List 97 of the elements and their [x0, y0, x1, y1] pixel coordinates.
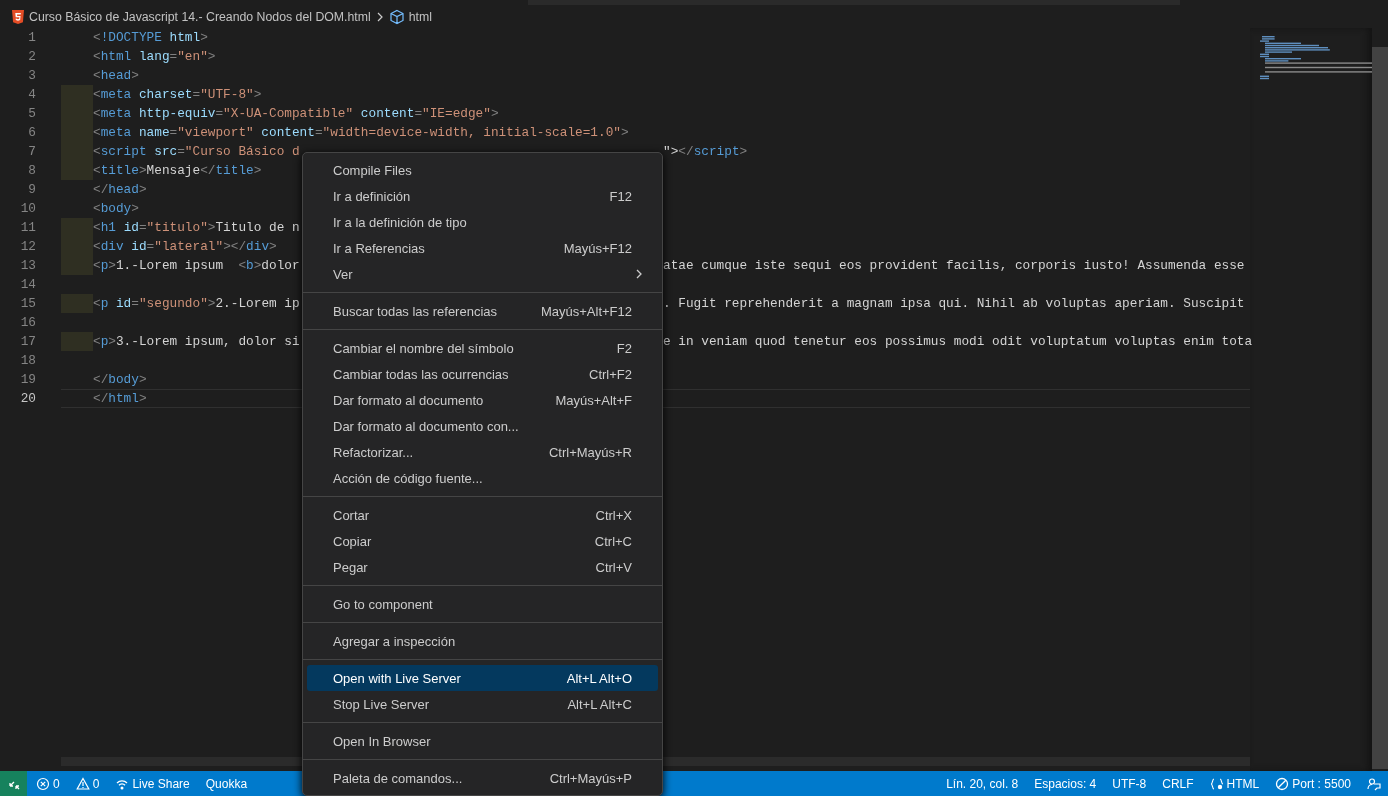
status-item[interactable]: CRLF [1155, 771, 1201, 796]
line-number: 5 [27, 106, 36, 121]
line-number: 16 [19, 315, 36, 330]
line-number: 20 [19, 391, 36, 406]
menu-item[interactable]: Ver [307, 261, 658, 287]
shortcut-text: Alt+L Alt+C [567, 696, 632, 712]
shortcut-text: F12 [609, 188, 632, 204]
shortcut-text: Ctrl+C [594, 533, 632, 549]
line-number: 8 [27, 163, 36, 178]
line-number: 17 [19, 334, 36, 349]
line-number: 2 [27, 49, 36, 64]
menu-item[interactable]: Agregar a inspección [307, 628, 658, 654]
shortcut-text: Mayús+Alt+F12 [540, 303, 632, 319]
status-item[interactable]: 0 [68, 771, 107, 796]
status-item[interactable]: Port : 5500 [1268, 771, 1358, 796]
menu-item[interactable]: Dar formato al documento Mayús+Alt+F [307, 387, 658, 413]
code-text: <p id="segundo">2.-Lorem ip [93, 296, 300, 311]
warning-icon [75, 776, 90, 791]
line-number: 18 [19, 353, 36, 368]
braces-icon [1209, 776, 1224, 791]
code-text: <script src="Curso Básico d [93, 144, 300, 159]
code-text: <p>1.-Lorem ipsum <b>dolor [93, 258, 300, 273]
status-item[interactable]: 0 [29, 771, 67, 796]
menu-item[interactable]: Ir a definición F12 [307, 183, 658, 209]
cube-icon [388, 9, 405, 25]
menu-item[interactable]: Open with Live Server Alt+L Alt+O [307, 665, 658, 691]
menu-item[interactable]: Stop Live Server Alt+L Alt+C [307, 691, 658, 717]
shortcut-text: F2 [616, 340, 632, 356]
menu-item[interactable]: Cambiar el nombre del símbolo F2 [307, 335, 658, 361]
code-text: <!DOCTYPE html> [93, 30, 208, 45]
line-number: 9 [27, 182, 36, 197]
line-number: 6 [27, 125, 36, 140]
code-text: <meta name="viewport" content="width=device-width, initial-scale=1.0"> [93, 125, 629, 140]
shortcut-text: Alt+L Alt+O [566, 670, 632, 686]
line-number: 13 [19, 258, 36, 273]
menu-item[interactable]: Buscar todas las referencias Mayús+Alt+F12 [307, 298, 658, 324]
line-number: 12 [19, 239, 36, 254]
symbol-name[interactable]: html [408, 10, 432, 24]
menu-item[interactable]: Copiar Ctrl+C [307, 528, 658, 554]
circle-slash-icon [1275, 776, 1290, 791]
line-number: 19 [19, 372, 36, 387]
shortcut-text: Mayús+F12 [563, 240, 632, 256]
code-text: . Fugit reprehenderit a magnam ipsa qui. Nihil ab voluptas aperiam. Suscipit [663, 296, 1245, 311]
code-text: <p>3.-Lorem ipsum, dolor si [93, 334, 300, 349]
person-icon [1367, 776, 1381, 791]
code-text: e in veniam quod tenetur eos possimus modi odit voluptatum voluptas enim tota [663, 334, 1253, 349]
menu-item[interactable]: Compile Files [307, 157, 658, 183]
status-item[interactable]: HTML [1202, 771, 1267, 796]
remote-button[interactable] [0, 771, 27, 796]
menu-item[interactable]: Acción de código fuente... [307, 465, 658, 491]
menu-item[interactable]: Go to component [307, 591, 658, 617]
code-text: </head> [93, 182, 147, 197]
code-text: atae cumque iste sequi eos provident facilis, corporis iusto! Assumenda esse [663, 258, 1245, 273]
code-text: </html> [93, 391, 147, 406]
line-number: 4 [27, 87, 36, 102]
code-text: <meta http-equiv="X-UA-Compatible" content="IE=edge"> [93, 106, 499, 121]
code-text: </body> [93, 372, 147, 387]
file-name[interactable]: Curso Básico de Javascript 14.- Creando Nodos del DOM.html [29, 10, 371, 24]
menu-item[interactable]: Cortar Ctrl+X [307, 502, 658, 528]
html-file-icon [11, 9, 25, 25]
line-number: 11 [19, 220, 36, 235]
line-number: 1 [27, 30, 36, 45]
menu-item[interactable]: Ir a Referencias Mayús+F12 [307, 235, 658, 261]
code-text: <meta charset="UTF-8"> [93, 87, 262, 102]
shortcut-text: Ctrl+X [595, 507, 632, 523]
status-item[interactable]: Live Share [108, 771, 197, 796]
menu-item[interactable]: Pegar Ctrl+V [307, 554, 658, 580]
line-number: 3 [27, 68, 36, 83]
status-item[interactable]: Quokka [198, 771, 255, 796]
line-number: 7 [27, 144, 36, 159]
line-number: 15 [19, 296, 36, 311]
code-text: <head> [93, 68, 139, 83]
status-item[interactable]: Espacios: 4 [1027, 771, 1104, 796]
menu-item[interactable]: Refactorizar... Ctrl+Mayús+R [307, 439, 658, 465]
code-text: <h1 id="titulo">Titulo de n [93, 220, 300, 235]
menu-item[interactable]: Dar formato al documento con... [307, 413, 658, 439]
line-number: 14 [19, 277, 36, 292]
code-text: <body> [93, 201, 139, 216]
code-text: <html lang="en"> [93, 49, 216, 64]
line-number: 10 [19, 201, 36, 216]
error-icon [36, 776, 50, 791]
shortcut-text: Mayús+Alt+F [555, 392, 632, 408]
shortcut-text: Ctrl+Mayús+P [549, 770, 632, 786]
scrollbar-thumb[interactable] [1372, 47, 1388, 769]
code-text: "></script> [663, 144, 748, 159]
shortcut-text: Ctrl+V [595, 559, 632, 575]
menu-item[interactable]: Cambiar todas las ocurrencias Ctrl+F2 [307, 361, 658, 387]
status-item[interactable]: UTF-8 [1105, 771, 1154, 796]
code-text: <title>Mensaje</title> [93, 163, 262, 178]
chevron-icon [634, 267, 644, 281]
menu-item[interactable]: Paleta de comandos... Ctrl+Mayús+P [307, 765, 658, 791]
code-text: <div id="lateral"></div> [93, 239, 277, 254]
shortcut-text: Ctrl+Mayús+R [548, 444, 632, 460]
shortcut-text: Ctrl+F2 [589, 366, 632, 382]
menu-item[interactable]: Open In Browser [307, 728, 658, 754]
menu-item[interactable]: Ir a la definición de tipo [307, 209, 658, 235]
status-item[interactable]: Lín. 20, col. 8 [939, 771, 1026, 796]
